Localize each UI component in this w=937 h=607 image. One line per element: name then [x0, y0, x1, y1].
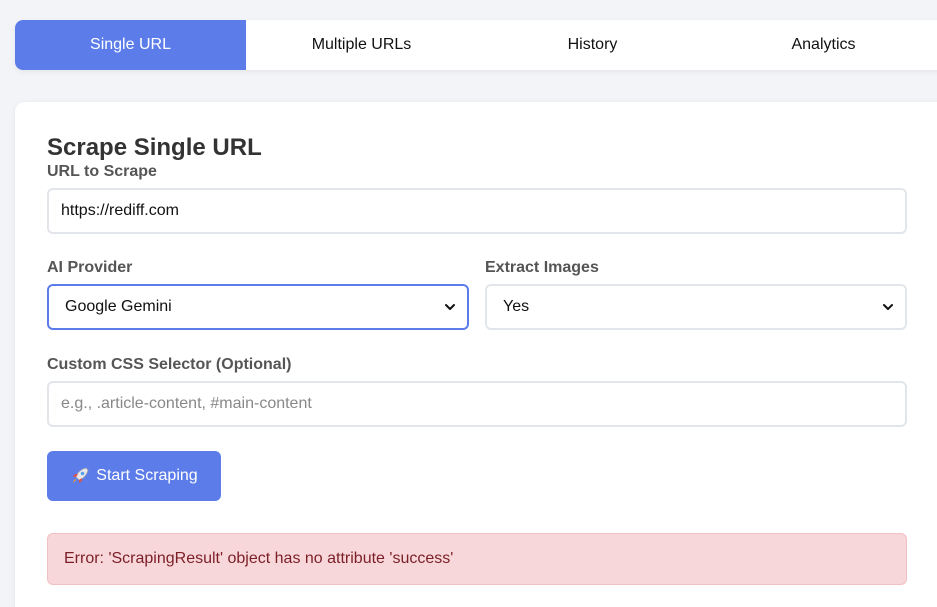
tab-bar: Single URL Multiple URLs History Analyti… — [15, 20, 937, 70]
extract-images-select[interactable]: Yes — [485, 284, 907, 330]
error-message: Error: 'ScrapingResult' object has no at… — [64, 550, 454, 567]
extract-images-value: Yes — [503, 298, 530, 315]
css-selector-label: Custom CSS Selector (Optional) — [47, 356, 292, 373]
ai-provider-label: AI Provider — [47, 259, 133, 276]
ai-provider-value: Google Gemini — [65, 298, 172, 315]
chevron-down-icon — [445, 304, 455, 310]
url-label: URL to Scrape — [47, 163, 157, 180]
tab-multiple-urls[interactable]: Multiple URLs — [246, 20, 477, 70]
tab-history[interactable]: History — [477, 20, 708, 70]
error-alert: Error: 'ScrapingResult' object has no at… — [47, 533, 907, 585]
css-selector-input[interactable] — [47, 381, 907, 427]
url-input[interactable] — [47, 188, 907, 234]
rocket-icon — [73, 467, 89, 483]
scrape-form-card: Scrape Single URL URL to Scrape AI Provi… — [15, 102, 937, 607]
tab-single-url[interactable]: Single URL — [15, 20, 246, 70]
extract-images-label: Extract Images — [485, 259, 599, 276]
chevron-down-icon — [883, 304, 893, 310]
start-scraping-button[interactable]: Start Scraping — [47, 451, 221, 501]
page-title: Scrape Single URL — [47, 134, 262, 161]
start-scraping-label: Start Scraping — [96, 467, 198, 484]
ai-provider-select[interactable]: Google Gemini — [47, 284, 469, 330]
tab-analytics[interactable]: Analytics — [708, 20, 937, 70]
